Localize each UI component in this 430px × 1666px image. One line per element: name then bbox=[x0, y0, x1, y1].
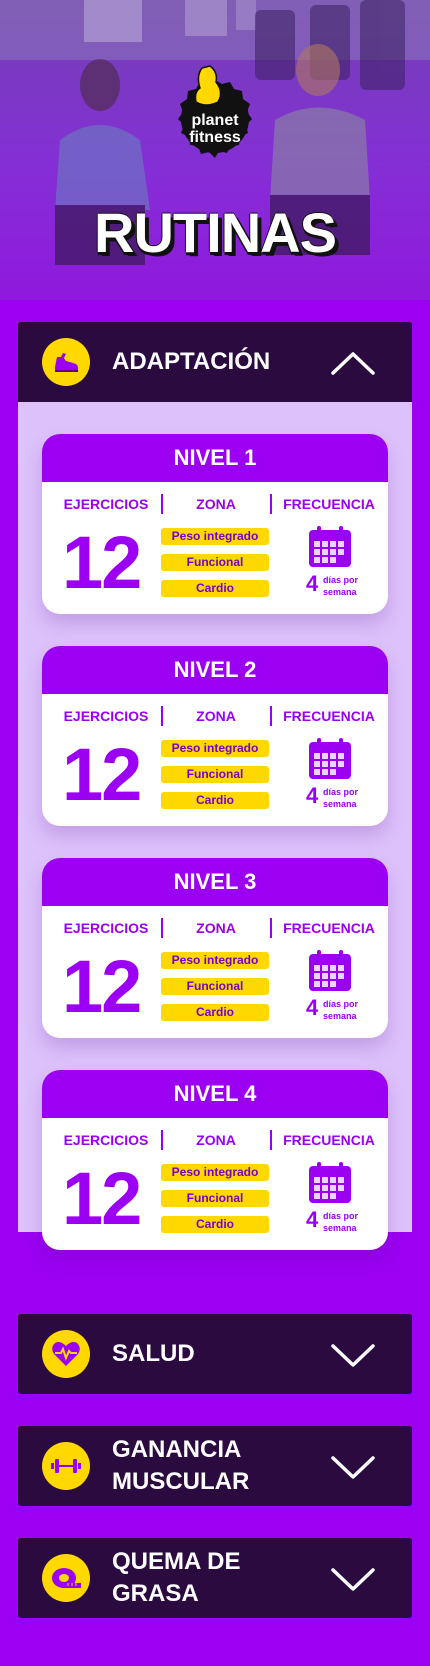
level-card[interactable]: NIVEL 1 EJERCICIOS ZONA FRECUENCIA 12 Pe… bbox=[42, 434, 388, 614]
days-count: 4 bbox=[306, 995, 319, 1020]
hero-banner: planet fitness RUTINAS bbox=[0, 0, 430, 300]
zone-badge: Peso integrado bbox=[161, 528, 269, 545]
column-frecuencia: FRECUENCIA bbox=[283, 496, 375, 512]
level-title: NIVEL 4 bbox=[42, 1070, 388, 1118]
zone-badge: Peso integrado bbox=[161, 1164, 269, 1181]
accordion-title-line2: MUSCULAR bbox=[112, 1468, 250, 1495]
column-ejercicios: EJERCICIOS bbox=[63, 496, 149, 512]
calendar-icon bbox=[309, 950, 351, 991]
logo-text-fitness: fitness bbox=[189, 129, 241, 146]
logo-text-planet: planet bbox=[191, 112, 239, 129]
calendar-icon bbox=[309, 1162, 351, 1203]
exercise-count: 12 bbox=[62, 1157, 142, 1240]
days-count: 4 bbox=[306, 1207, 319, 1232]
days-label: días por semana bbox=[323, 999, 359, 1021]
accordion-title-line1: QUEMA DE bbox=[112, 1548, 241, 1575]
zone-badge: Cardio bbox=[161, 1216, 269, 1233]
exercise-count: 12 bbox=[62, 521, 142, 604]
calendar-icon bbox=[309, 738, 351, 779]
exercise-count: 12 bbox=[62, 733, 142, 816]
zone-badge: Peso integrado bbox=[161, 952, 269, 969]
exercise-count: 12 bbox=[62, 945, 142, 1028]
column-zona: ZONA bbox=[196, 1132, 236, 1148]
accordion-title-line2: GRASA bbox=[112, 1580, 199, 1607]
days-label: días por semana bbox=[323, 1211, 359, 1233]
accordion-header-adaptacion[interactable]: ADAPTACIÓN bbox=[18, 322, 412, 402]
days-count: 4 bbox=[306, 571, 319, 596]
column-ejercicios: EJERCICIOS bbox=[63, 920, 149, 936]
accordion-header-quema-de-grasa[interactable]: QUEMA DE GRASA bbox=[18, 1538, 412, 1618]
accordion-title-line1: GANANCIA bbox=[112, 1436, 242, 1463]
zone-badge: Peso integrado bbox=[161, 740, 269, 757]
days-label: días por semana bbox=[323, 787, 359, 809]
column-ejercicios: EJERCICIOS bbox=[63, 708, 149, 724]
days-label: días por semana bbox=[323, 575, 359, 597]
chevron-up-icon[interactable] bbox=[330, 350, 376, 376]
accordion-title: GANANCIA MUSCULAR bbox=[112, 1434, 249, 1498]
calendar-icon bbox=[309, 526, 351, 567]
zone-badge: Funcional bbox=[161, 766, 269, 783]
level-title: NIVEL 2 bbox=[42, 646, 388, 694]
accordion-title: SALUD bbox=[112, 1340, 195, 1367]
level-title: NIVEL 3 bbox=[42, 858, 388, 906]
accordion-body: NIVEL 1 EJERCICIOS ZONA FRECUENCIA 12 Pe… bbox=[18, 402, 412, 1250]
days-count: 4 bbox=[306, 783, 319, 808]
zone-badge: Cardio bbox=[161, 792, 269, 809]
measuring-tape-icon bbox=[42, 1554, 90, 1602]
level-title: NIVEL 1 bbox=[42, 434, 388, 482]
column-ejercicios: EJERCICIOS bbox=[63, 1132, 149, 1148]
column-frecuencia: FRECUENCIA bbox=[283, 920, 375, 936]
column-frecuencia: FRECUENCIA bbox=[283, 708, 375, 724]
accordion-title: ADAPTACIÓN bbox=[112, 348, 271, 375]
zone-badge: Cardio bbox=[161, 1004, 269, 1021]
chevron-down-icon[interactable] bbox=[330, 1566, 376, 1592]
dumbbell-icon bbox=[42, 1442, 90, 1490]
sneaker-icon bbox=[42, 338, 90, 386]
column-frecuencia: FRECUENCIA bbox=[283, 1132, 375, 1148]
level-card[interactable]: NIVEL 4 EJERCICIOS ZONA FRECUENCIA 12 Pe… bbox=[42, 1070, 388, 1250]
chevron-down-icon[interactable] bbox=[330, 1454, 376, 1480]
zone-badge: Cardio bbox=[161, 580, 269, 597]
level-card[interactable]: NIVEL 2 EJERCICIOS ZONA FRECUENCIA 12 Pe… bbox=[42, 646, 388, 826]
column-zona: ZONA bbox=[196, 920, 236, 936]
accordion-adaptacion: ADAPTACIÓN NIVEL 1 EJERCICIOS ZONA FRECU… bbox=[18, 322, 412, 1250]
planet-fitness-logo: planet fitness bbox=[178, 65, 252, 158]
accordion-title: QUEMA DE GRASA bbox=[112, 1546, 240, 1610]
zone-badge: Funcional bbox=[161, 1190, 269, 1207]
column-zona: ZONA bbox=[196, 708, 236, 724]
accordion-header-salud[interactable]: SALUD bbox=[18, 1314, 412, 1394]
column-zona: ZONA bbox=[196, 496, 236, 512]
chevron-down-icon[interactable] bbox=[330, 1342, 376, 1368]
accordion-header-ganancia-muscular[interactable]: GANANCIA MUSCULAR bbox=[18, 1426, 412, 1506]
heart-pulse-icon bbox=[42, 1330, 90, 1378]
level-card[interactable]: NIVEL 3 EJERCICIOS ZONA FRECUENCIA 12 Pe… bbox=[42, 858, 388, 1038]
page-title: RUTINAS bbox=[94, 201, 337, 264]
zone-badge: Funcional bbox=[161, 978, 269, 995]
zone-badge: Funcional bbox=[161, 554, 269, 571]
